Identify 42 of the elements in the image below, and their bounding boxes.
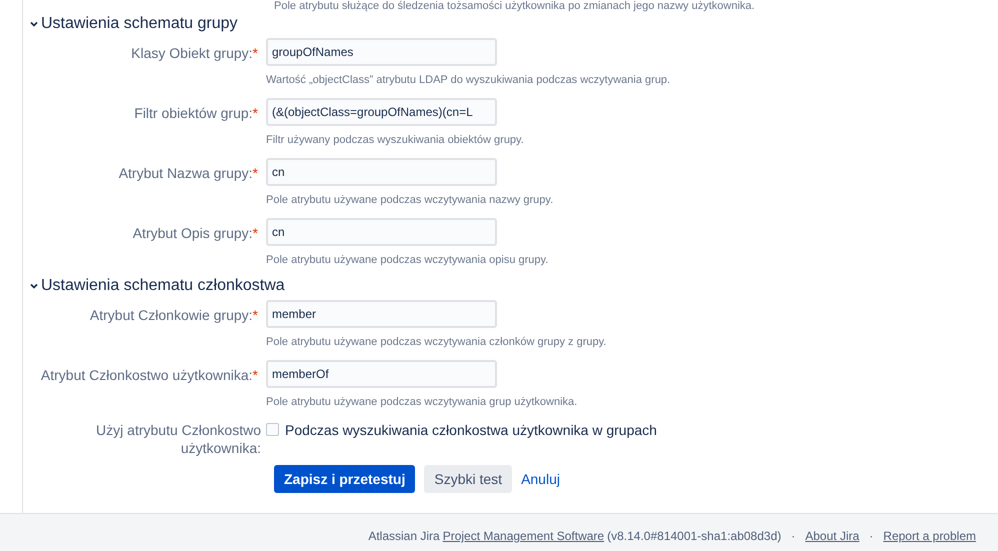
required-mark: * xyxy=(252,104,258,123)
required-mark: * xyxy=(252,306,258,325)
section-heading: Ustawienia schematu członkostwa xyxy=(41,276,285,296)
help-text: Pole atrybutu używane podczas wczytywania grup użytkownika. xyxy=(266,396,578,409)
text-field[interactable]: cn xyxy=(266,218,497,246)
text-field[interactable]: groupOfNames xyxy=(266,38,497,66)
separator-dot: · xyxy=(791,528,796,545)
text-field[interactable]: memberOf xyxy=(266,360,497,388)
text-field[interactable]: cn xyxy=(266,158,497,186)
test-button[interactable]: Szybki test xyxy=(424,465,512,493)
save-button[interactable]: Zapisz i przetestuj xyxy=(274,465,416,493)
field-label: Filtr obiektów grup: xyxy=(134,104,253,123)
field-label: Atrybut Opis grupy: xyxy=(132,224,253,243)
footer-link[interactable]: Project Management Software xyxy=(442,527,604,545)
field-label: Klasy Obiekt grupy: xyxy=(131,44,253,63)
required-mark: * xyxy=(252,44,258,63)
field-label: Użyj atrybutu Członkostwo użytkownika: xyxy=(95,421,261,457)
help-text: Pole atrybutu używane podczas wczytywania członków grupy z grupy. xyxy=(266,336,606,349)
separator-dot: · xyxy=(869,528,874,545)
footer-text: (v8.14.0#814001-sha1:ab08d3d) xyxy=(607,528,782,545)
cancel-link[interactable]: Anuluj xyxy=(521,465,560,493)
text-field[interactable]: member xyxy=(266,300,497,328)
checkbox[interactable] xyxy=(266,423,279,436)
footer-link[interactable]: Report a problem xyxy=(883,527,976,545)
required-mark: * xyxy=(252,366,258,385)
chevron-icon[interactable] xyxy=(29,281,39,291)
field-label: Atrybut Członkostwo użytkownika: xyxy=(40,366,253,385)
help-text: Pole atrybutu używane podczas wczytywania nazwy grupy. xyxy=(266,194,554,207)
text-field[interactable]: (&(objectClass=groupOfNames)(cn=L xyxy=(266,98,497,126)
help-text: Pole atrybutu służące do śledzenia tożsamości użytkownika po zmianach jego nazwy użytkownika. xyxy=(274,0,755,13)
footer-text: Atlassian Jira xyxy=(368,528,440,545)
checkbox-label: Podczas wyszukiwania członkostwa użytkownika w grupach xyxy=(285,421,657,439)
required-mark: * xyxy=(252,164,258,183)
section-heading: Ustawienia schematu grupy xyxy=(41,14,238,34)
field-label: Atrybut Członkowie grupy: xyxy=(90,306,253,325)
field-label: Atrybut Nazwa grupy: xyxy=(118,164,253,183)
help-text: Filtr używany podczas wyszukiwania obiektów grupy. xyxy=(266,134,524,147)
required-mark: * xyxy=(252,224,258,243)
footer-link[interactable]: About Jira xyxy=(805,527,860,545)
chevron-icon[interactable] xyxy=(29,19,39,29)
help-text: Pole atrybutu używane podczas wczytywania opisu grupy. xyxy=(266,254,548,267)
help-text: Wartość „objectClass” atrybutu LDAP do wyszukiwania podczas wczytywania grup. xyxy=(266,74,670,87)
